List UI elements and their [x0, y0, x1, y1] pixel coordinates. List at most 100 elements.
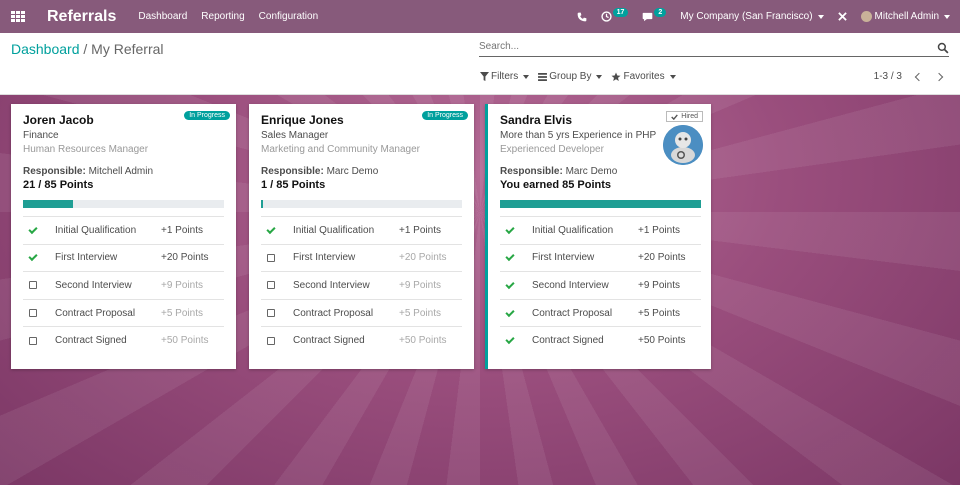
- stage-row: Second Interview +9 Points: [500, 271, 701, 299]
- stage-row: Contract Signed +50 Points: [261, 326, 462, 354]
- stage-done-check-icon: [500, 335, 520, 345]
- messages-badge: 2: [654, 8, 667, 17]
- stage-points: +50 Points: [399, 335, 447, 347]
- stage-points: +20 Points: [399, 252, 447, 264]
- stage-list: Initial Qualification +1 Points First Inte…: [500, 216, 701, 354]
- stage-points: +1 Points: [638, 224, 680, 236]
- stage-label: First Interview: [293, 252, 356, 264]
- search-bar: [479, 41, 949, 57]
- breadcrumb-current: My Referral: [91, 41, 164, 57]
- messages-button[interactable]: 2: [642, 8, 667, 22]
- search-icon[interactable]: [937, 42, 949, 54]
- pager-next-icon[interactable]: [934, 72, 944, 81]
- stage-list: Initial Qualification +1 Points First Inte…: [261, 216, 462, 354]
- stage-label: Initial Qualification: [532, 224, 614, 236]
- progress-fill: [23, 200, 73, 208]
- search-options: Filters Group By Favorites: [480, 71, 676, 82]
- menu-dashboard[interactable]: Dashboard: [138, 11, 187, 22]
- menu-reporting[interactable]: Reporting: [201, 11, 244, 22]
- breadcrumb-separator: /: [83, 41, 88, 57]
- stage-row: Initial Qualification +1 Points: [261, 216, 462, 244]
- close-icon: [837, 12, 847, 21]
- stage-points: +1 Points: [399, 224, 441, 236]
- group-by-dropdown[interactable]: Group By: [538, 71, 603, 82]
- stage-row: Contract Proposal +5 Points: [261, 298, 462, 327]
- referral-card[interactable]: Sandra Elvis Hired More than 5 yrs Exper…: [485, 104, 711, 369]
- phone-button[interactable]: [577, 12, 587, 22]
- stage-points: +50 Points: [638, 335, 686, 347]
- menu-configuration[interactable]: Configuration: [259, 11, 318, 22]
- candidate-job: Experienced Developer: [500, 144, 604, 155]
- responsible: Responsible: Mitchell Admin: [23, 166, 153, 177]
- referral-card[interactable]: Enrique Jones In Progress Sales Manager …: [249, 104, 474, 369]
- stage-points: +1 Points: [161, 224, 203, 236]
- stage-done-check-icon: [500, 307, 520, 317]
- stage-points: +5 Points: [161, 307, 203, 319]
- stage-points: +9 Points: [638, 279, 680, 291]
- candidate-department: Finance: [23, 130, 59, 141]
- stage-label: Second Interview: [293, 279, 370, 291]
- caret-down-icon: [817, 14, 824, 19]
- filters-dropdown[interactable]: Filters: [480, 71, 530, 82]
- user-name: Mitchell Admin: [874, 11, 939, 22]
- points-progress-bar: [261, 200, 462, 208]
- stage-label: Contract Signed: [293, 335, 365, 347]
- phone-icon: [577, 12, 586, 21]
- company-switcher[interactable]: My Company (San Francisco): [680, 11, 824, 22]
- referral-card[interactable]: Joren Jacob In Progress Finance Human Re…: [11, 104, 236, 369]
- points-total: You earned 85 Points: [500, 179, 612, 191]
- stage-done-check-icon: [500, 279, 520, 290]
- caret-down-icon: [669, 74, 676, 79]
- stage-label: Initial Qualification: [55, 224, 137, 236]
- stage-done-check-icon: [500, 224, 520, 234]
- hired-label: Hired: [681, 113, 698, 120]
- search-input[interactable]: [479, 41, 919, 52]
- app-title[interactable]: Referrals: [47, 8, 116, 26]
- stage-done-check-icon: [261, 224, 281, 234]
- stage-row: First Interview +20 Points: [23, 243, 224, 272]
- candidate-experience: More than 5 yrs Experience in PHP: [500, 130, 657, 141]
- pager-value[interactable]: 1-3 / 3: [874, 71, 902, 82]
- user-menu[interactable]: Mitchell Admin: [860, 11, 950, 22]
- stage-points: +9 Points: [399, 279, 441, 291]
- stage-pending-checkbox-icon: [261, 253, 281, 262]
- responsible: Responsible: Marc Demo: [500, 166, 617, 177]
- stage-row: Contract Proposal +5 Points: [23, 298, 224, 327]
- top-navbar: Referrals Dashboard Reporting Configurat…: [0, 0, 960, 33]
- star-icon: [611, 72, 621, 81]
- pager: 1-3 / 3: [874, 71, 944, 82]
- caret-down-icon: [596, 74, 603, 79]
- close-button[interactable]: [837, 12, 847, 21]
- stage-row: First Interview +20 Points: [500, 243, 701, 272]
- stage-points: +5 Points: [638, 307, 680, 319]
- kanban-area: Joren Jacob In Progress Finance Human Re…: [0, 95, 960, 485]
- stage-done-check-icon: [23, 252, 43, 262]
- caret-down-icon: [944, 14, 950, 19]
- progress-fill: [500, 200, 701, 208]
- favorites-label: Favorites: [623, 71, 665, 82]
- stage-row: Initial Qualification +1 Points: [500, 216, 701, 244]
- stage-points: +50 Points: [161, 335, 209, 347]
- stage-pending-checkbox-icon: [23, 336, 43, 345]
- stage-label: Contract Proposal: [55, 307, 136, 319]
- stage-pending-checkbox-icon: [261, 309, 281, 318]
- apps-menu-icon[interactable]: [11, 10, 25, 23]
- candidate-avatar: [663, 125, 703, 165]
- activity-button[interactable]: 17: [600, 8, 629, 22]
- list-icon: [538, 72, 548, 81]
- candidate-name: Sandra Elvis: [500, 113, 573, 127]
- responsible-name: Marc Demo: [565, 166, 618, 177]
- stage-label: Contract Proposal: [532, 307, 613, 319]
- responsible-label: Responsible:: [500, 166, 563, 177]
- points-progress-bar: [500, 200, 701, 208]
- stage-pending-checkbox-icon: [261, 336, 281, 345]
- group-by-label: Group By: [549, 71, 592, 82]
- pager-previous-icon[interactable]: [914, 72, 924, 81]
- filters-label: Filters: [491, 71, 519, 82]
- clock-icon: [600, 11, 612, 22]
- user-avatar: [860, 11, 872, 22]
- favorites-dropdown[interactable]: Favorites: [611, 71, 676, 82]
- breadcrumb-dashboard[interactable]: Dashboard: [11, 41, 80, 57]
- systray: 17 2 My Company (San Francisco) Mitchell…: [577, 0, 960, 33]
- stage-row: Second Interview +9 Points: [261, 271, 462, 299]
